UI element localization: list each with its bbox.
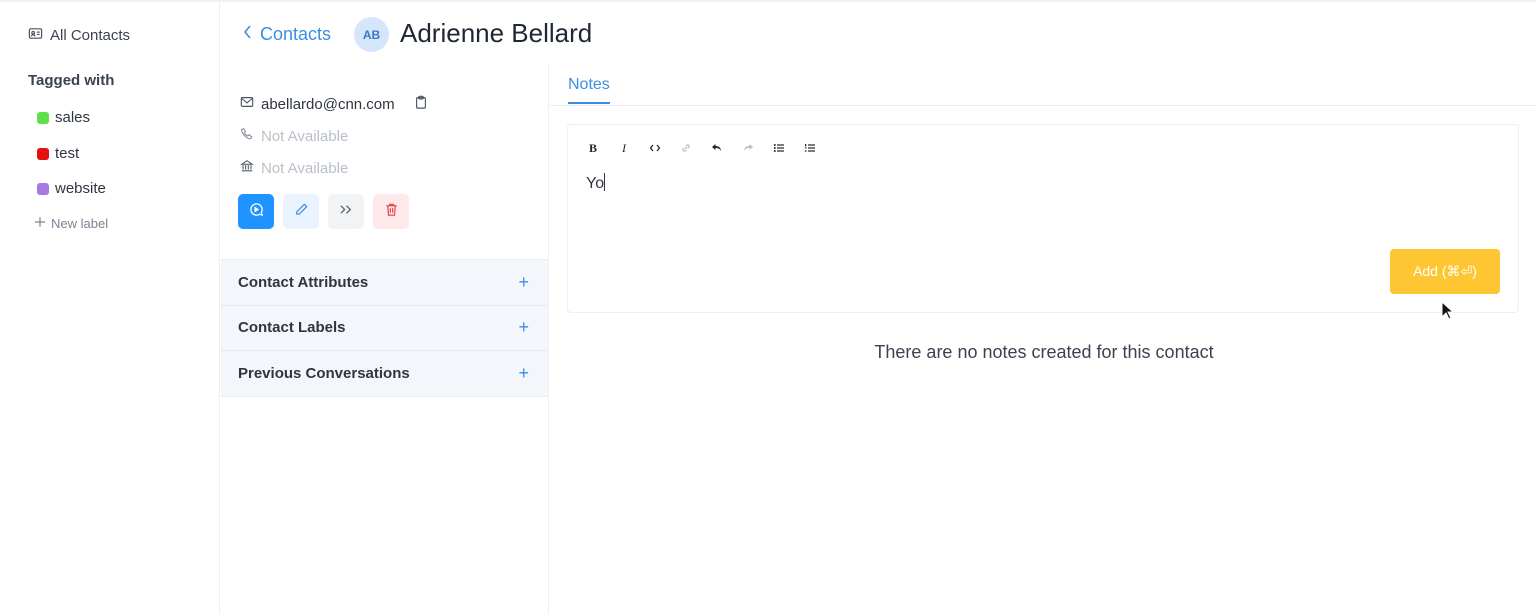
edit-contact-button[interactable] (283, 194, 319, 229)
redo-icon[interactable] (739, 139, 757, 157)
contact-detail-page: All Contacts Tagged with sales test webs… (0, 0, 1536, 614)
sidebar-label-test[interactable]: test (37, 145, 79, 162)
section-title: Contact Labels (238, 319, 346, 337)
label-name: test (55, 145, 80, 162)
chevron-left-icon (242, 24, 254, 45)
plus-icon (34, 216, 46, 231)
bold-icon[interactable]: B (584, 139, 602, 157)
contact-info-panel: abellardo@cnn.com Not Available Not Avai… (221, 64, 549, 614)
undo-icon[interactable] (708, 139, 726, 157)
editor-toolbar: B I (584, 139, 819, 157)
note-editor: B I Yo Add (⌘⏎) (567, 124, 1519, 313)
note-text-value: Yo (586, 175, 605, 192)
merge-contact-button[interactable] (328, 194, 364, 229)
sidebar: All Contacts Tagged with sales test webs… (0, 2, 220, 614)
plus-icon[interactable]: + (518, 317, 529, 338)
contact-card-icon (28, 26, 43, 45)
contact-attributes-section[interactable]: Contact Attributes + (221, 260, 548, 306)
company-value: Not Available (261, 159, 349, 177)
label-name: sales (55, 109, 91, 126)
link-icon[interactable] (677, 139, 695, 157)
clipboard-icon[interactable] (414, 95, 428, 113)
label-color-dot (37, 182, 49, 195)
back-link-label: Contacts (260, 24, 332, 44)
mouse-pointer-icon (1441, 300, 1455, 326)
empty-notes-message: There are no notes created for this cont… (874, 342, 1214, 362)
pencil-icon (294, 202, 309, 222)
bullet-list-icon[interactable] (770, 139, 788, 157)
new-label-text: New label (51, 216, 109, 231)
all-contacts-label: All Contacts (50, 27, 131, 44)
tagged-with-heading: Tagged with (28, 72, 115, 89)
trash-icon (384, 202, 399, 222)
new-message-button[interactable] (238, 194, 274, 229)
tab-notes[interactable]: Notes (568, 76, 610, 104)
phone-icon (240, 127, 254, 145)
building-icon (240, 159, 254, 177)
add-note-button[interactable]: Add (⌘⏎) (1390, 249, 1500, 294)
merge-arrows-icon (339, 202, 354, 222)
avatar: AB (354, 17, 389, 52)
phone-value: Not Available (261, 127, 349, 145)
section-title: Contact Attributes (238, 273, 369, 291)
all-contacts-link[interactable]: All Contacts (28, 26, 130, 45)
delete-contact-button[interactable] (373, 194, 409, 229)
label-color-dot (37, 111, 49, 124)
sidebar-label-website[interactable]: website (37, 180, 106, 197)
ordered-list-icon[interactable] (801, 139, 819, 157)
email-value[interactable]: abellardo@cnn.com (261, 96, 395, 113)
label-name: website (55, 180, 106, 197)
plus-icon[interactable]: + (518, 363, 529, 384)
contact-sections-accordion: Contact Attributes + Contact Labels + Pr… (221, 259, 548, 397)
contact-actions (238, 194, 409, 229)
plus-icon[interactable]: + (518, 272, 529, 293)
notes-tab-bar: Notes (549, 64, 1536, 106)
mail-icon (240, 95, 254, 113)
italic-icon[interactable]: I (615, 139, 633, 157)
note-text-input[interactable]: Yo (586, 173, 606, 193)
contact-name-title: Adrienne Bellard (400, 18, 593, 48)
company-row: Not Available (240, 159, 348, 177)
code-icon[interactable] (646, 139, 664, 157)
email-row: abellardo@cnn.com (240, 95, 428, 113)
chat-bubble-icon (249, 202, 264, 222)
sidebar-label-sales[interactable]: sales (37, 109, 90, 126)
section-title: Previous Conversations (238, 364, 410, 382)
phone-row: Not Available (240, 127, 348, 145)
new-label-button[interactable]: New label (34, 216, 108, 231)
contact-labels-section[interactable]: Contact Labels + (221, 306, 548, 351)
back-to-contacts-link[interactable]: Contacts (242, 24, 331, 45)
label-color-dot (37, 147, 49, 160)
previous-conversations-section[interactable]: Previous Conversations + (221, 351, 548, 397)
text-caret (604, 173, 606, 191)
